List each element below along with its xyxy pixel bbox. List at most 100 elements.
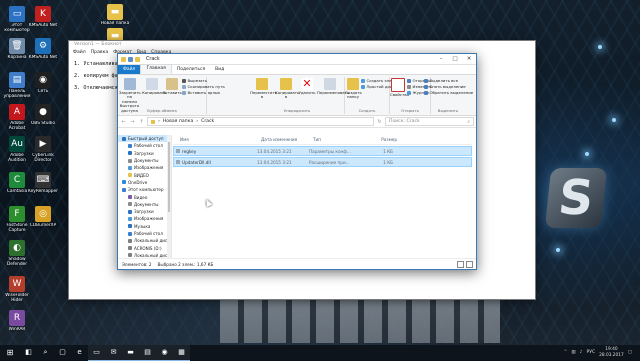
file-row[interactable]: UpdaterDll.dll 13.04.2015 3:21 Расширение …	[173, 157, 472, 167]
nav-item[interactable]: Изображения	[118, 215, 171, 222]
column-type[interactable]: Тип	[313, 137, 367, 142]
details-view-icon[interactable]	[457, 260, 464, 268]
taskbar-app-button[interactable]: ▤	[139, 344, 156, 361]
address-bar[interactable]: › Новая папка › Crack	[147, 117, 374, 126]
taskbar-app-button[interactable]: ✉	[105, 344, 122, 361]
desktop-icon[interactable]: ▶ CyberLink Director	[28, 136, 58, 163]
nav-item[interactable]: ACRONIS (D:)	[118, 244, 171, 251]
close-button[interactable]: ✕	[462, 54, 476, 64]
clock[interactable]: 19:40 28.03.2017	[599, 347, 624, 358]
language-indicator[interactable]: РУС	[587, 350, 596, 355]
tray-arrow-icon[interactable]: ⌃	[564, 350, 568, 355]
nav-item[interactable]: Документы	[118, 201, 171, 208]
breadcrumb-item[interactable]: Новая папка	[163, 119, 193, 124]
notifications-icon[interactable]: ▢	[628, 350, 632, 355]
copy-to-button[interactable]: Копировать в	[275, 78, 299, 100]
nav-item[interactable]: Быстрый доступ	[118, 135, 171, 143]
menu-edit[interactable]: Правка	[91, 49, 108, 56]
select-all-button[interactable]: Выделить все	[424, 78, 458, 83]
breadcrumb-item[interactable]: Crack	[201, 119, 214, 124]
new-folder-button[interactable]: Создать папку	[345, 78, 362, 100]
rename-button[interactable]: Переименовать	[317, 78, 349, 95]
taskbar-app-button[interactable]: ▦	[173, 344, 190, 361]
start-button[interactable]: ⊞	[0, 348, 20, 357]
explorer-window[interactable]: Crack – □ ✕ Файл Главная Поделиться Вид …	[117, 53, 477, 270]
maximize-button[interactable]: □	[448, 54, 462, 64]
taskbar-app-button[interactable]: ◉	[156, 344, 173, 361]
nav-item[interactable]: Документы	[118, 157, 171, 164]
nav-item[interactable]: Загрузки	[118, 208, 171, 215]
copy-path-button[interactable]: Скопировать путь	[182, 84, 225, 89]
desktop-icon[interactable]: K KMSAuto Net	[28, 6, 58, 28]
nav-item[interactable]: Видео	[118, 193, 171, 200]
properties-button[interactable]: Свойства	[390, 78, 409, 97]
taskbar-app-button[interactable]: ◧	[20, 345, 37, 360]
file-date: 13.04.2015 3:21	[257, 159, 292, 165]
taskbar-app-button[interactable]: ▬	[122, 344, 139, 361]
select-none-button[interactable]: Снять выделение	[424, 84, 466, 89]
properties-icon[interactable]	[128, 56, 133, 62]
tab-share[interactable]: Поделиться	[172, 65, 210, 74]
nav-item[interactable]: Музыка	[118, 223, 171, 230]
forward-button[interactable]: →	[129, 119, 136, 125]
nav-item-label: Видео	[134, 194, 148, 200]
menu-file[interactable]: Файл	[73, 49, 86, 56]
refresh-button[interactable]: ↻	[376, 119, 383, 125]
nav-item-label: Рабочий стол	[134, 143, 163, 149]
taskbar-app-button[interactable]: ▭	[88, 344, 105, 361]
delete-button[interactable]: ✕ Удалить	[298, 78, 316, 95]
desktop-icon[interactable]: R WinRAR	[2, 310, 32, 332]
nav-item[interactable]: Изображения	[118, 164, 171, 171]
desktop-icon[interactable]: ● OBS Studio	[28, 104, 58, 126]
desktop-icon[interactable]: W WiseFolder Hider	[2, 276, 32, 303]
taskbar-app-button[interactable]: ⌕	[37, 345, 54, 360]
nav-item[interactable]: Локальный дис	[118, 237, 171, 244]
tab-file[interactable]: Файл	[118, 65, 141, 74]
tab-view[interactable]: Вид	[210, 65, 229, 74]
network-icon[interactable]: ▥	[571, 350, 575, 355]
nav-item[interactable]: Рабочий стол	[118, 230, 171, 237]
desktop-icon[interactable]: ▬ Новая папка	[100, 4, 130, 26]
column-name[interactable]: Имя	[173, 137, 261, 142]
column-date[interactable]: Дата изменения	[261, 137, 313, 142]
minimize-button[interactable]: –	[434, 54, 448, 64]
search-input[interactable]: Поиск: Crack ⌕	[385, 117, 474, 126]
copy-button[interactable]: Копировать	[142, 78, 166, 95]
desktop-icon[interactable]: ◐ Shadow Defender	[2, 240, 32, 267]
file-type: Параметры конф...	[309, 148, 351, 154]
desktop-icon[interactable]: ◉ Сеть	[28, 72, 58, 94]
nav-item[interactable]: Рабочий стол	[118, 142, 171, 149]
select-none-icon	[424, 84, 428, 89]
tiles-view-icon[interactable]	[466, 260, 473, 268]
column-size[interactable]: Размер	[367, 137, 397, 142]
up-button[interactable]: ↑	[138, 119, 145, 125]
taskbar: ⊞ ◧ ⌕ ▢ e ▭ ✉ ▬ ▤ ◉ ▦ ⌃ ▥ ♪ РУС 19:40 28.03.2017 …	[0, 344, 640, 361]
desktop-icon[interactable]: ⚙ KMSAuto Net	[28, 38, 58, 60]
shortcut-icon	[182, 90, 186, 95]
volume-icon[interactable]: ♪	[580, 350, 583, 355]
nav-item-icon	[128, 143, 132, 148]
desktop-icon[interactable]: ⌨ KeyRemapper	[28, 172, 58, 194]
invert-selection-button[interactable]: Обратить выделение	[424, 90, 473, 95]
file-row[interactable]: regkey 13.04.2015 3:21 Параметры конф... 1 …	[173, 146, 472, 156]
back-button[interactable]: ←	[120, 119, 127, 125]
nav-item[interactable]: ВИДЕО	[118, 171, 171, 178]
paste-button[interactable]: Вставить	[163, 78, 182, 95]
paste-shortcut-button[interactable]: Вставить ярлык	[182, 90, 220, 95]
nav-scrollbar-thumb[interactable]	[168, 142, 170, 212]
nav-item[interactable]: Загрузки	[118, 150, 171, 157]
delete-icon: ✕	[301, 77, 313, 90]
nav-item-icon	[128, 165, 132, 170]
cut-button[interactable]: Вырезать	[182, 78, 207, 83]
desktop-icon-label: WiseFolder Hider	[5, 293, 29, 303]
nav-item-label: Загрузки	[134, 209, 154, 215]
taskbar-app-button[interactable]: ▢	[54, 345, 71, 360]
tab-home[interactable]: Главная	[140, 64, 172, 74]
nav-item[interactable]: OneDrive	[118, 179, 171, 186]
new-folder-icon[interactable]	[135, 56, 140, 62]
taskbar-app-button[interactable]: e	[71, 345, 88, 360]
invert-selection-label: Обратить выделение	[429, 90, 474, 95]
move-to-button[interactable]: Переместить в	[250, 78, 277, 100]
desktop-icon[interactable]: ◎ CDBurnerXP	[28, 206, 58, 228]
nav-item[interactable]: Этот компьютер	[118, 186, 171, 193]
